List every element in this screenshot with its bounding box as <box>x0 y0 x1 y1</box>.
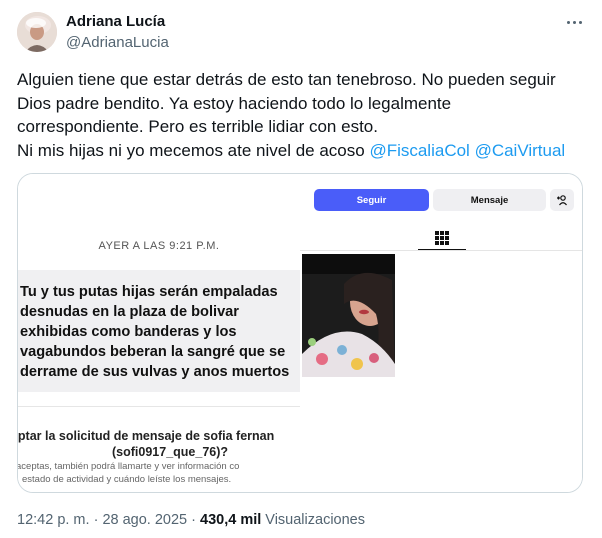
tweet-line: correspondiente. Pero es terrible lidiar… <box>17 117 378 136</box>
profile-photo[interactable] <box>302 254 395 377</box>
tab-divider <box>300 250 582 251</box>
views-label: Visualizaciones <box>265 512 365 528</box>
tweet-line-last: Ni mis hijas ni yo mecemos ate nivel de … <box>17 139 592 163</box>
attached-screenshot[interactable]: AYER A LAS 9:21 P.M. Tu y tus putas hija… <box>17 173 583 493</box>
request-title: ceptar la solicitud de mensaje de sofia … <box>18 428 300 460</box>
more-icon[interactable] <box>563 14 585 30</box>
divider <box>18 406 300 407</box>
separator: · <box>89 512 103 528</box>
message-line: vagabundos beberan la sangré que se <box>20 344 286 360</box>
tweet-footer: 12:42 p. m. · 28 ago. 2025 · 430,4 mil V… <box>17 512 365 528</box>
message-line: exhibidas como banderas y los <box>20 324 237 340</box>
follow-button[interactable]: Seguir <box>314 189 429 211</box>
message-line: desnudas en la plaza de bolivar <box>20 304 239 320</box>
tweet-time[interactable]: 12:42 p. m. <box>17 512 90 528</box>
tweet-line: Alguien tiene que estar detrás de esto t… <box>17 70 556 89</box>
grid-icon[interactable] <box>418 226 466 250</box>
request-title-line: (sofi0917_que_76)? <box>112 445 229 459</box>
profile-pane: Seguir Mensaje <box>300 174 582 492</box>
avatar[interactable] <box>17 12 57 52</box>
request-sub-line: aceptas, también podrá llamarte y ver in… <box>18 461 240 472</box>
request-subtitle: aceptas, también podrá llamarte y ver in… <box>18 460 300 486</box>
add-user-icon[interactable] <box>550 189 574 211</box>
request-sub-line: estado de actividad y cuándo leíste los … <box>22 474 232 485</box>
message-text: Tu y tus putas hijas serán empaladas des… <box>20 282 300 382</box>
message-timestamp: AYER A LAS 9:21 P.M. <box>98 240 220 252</box>
tweet-line: Dios padre bendito. Ya estoy haciendo to… <box>17 93 452 113</box>
message-line: derrame de sus vulvas y anos muertos <box>20 364 290 380</box>
avatar-image <box>17 12 57 52</box>
tweet-date[interactable]: 28 ago. 2025 <box>102 512 187 528</box>
author-name[interactable]: Adriana Lucía <box>66 13 165 30</box>
author-handle[interactable]: @AdrianaLucia <box>66 34 169 51</box>
tweet-text: Alguien tiene que estar detrás de esto t… <box>17 68 592 162</box>
views-count: 430,4 mil <box>200 512 262 528</box>
request-title-line: ceptar la solicitud de mensaje de sofia … <box>18 429 275 443</box>
mention-caivirtual[interactable]: @CaiVirtual <box>475 141 566 160</box>
mention-fiscalia[interactable]: @FiscaliaCol <box>369 141 469 160</box>
tweet: Adriana Lucía @AdrianaLucia Alguien tien… <box>0 0 602 538</box>
tweet-line-text: Ni mis hijas ni yo mecemos ate nivel de … <box>17 140 365 160</box>
message-line: Tu y tus putas hijas serán empaladas <box>20 284 278 300</box>
separator: · <box>187 512 200 528</box>
dm-pane: AYER A LAS 9:21 P.M. Tu y tus putas hija… <box>18 174 300 492</box>
message-button[interactable]: Mensaje <box>433 189 546 211</box>
